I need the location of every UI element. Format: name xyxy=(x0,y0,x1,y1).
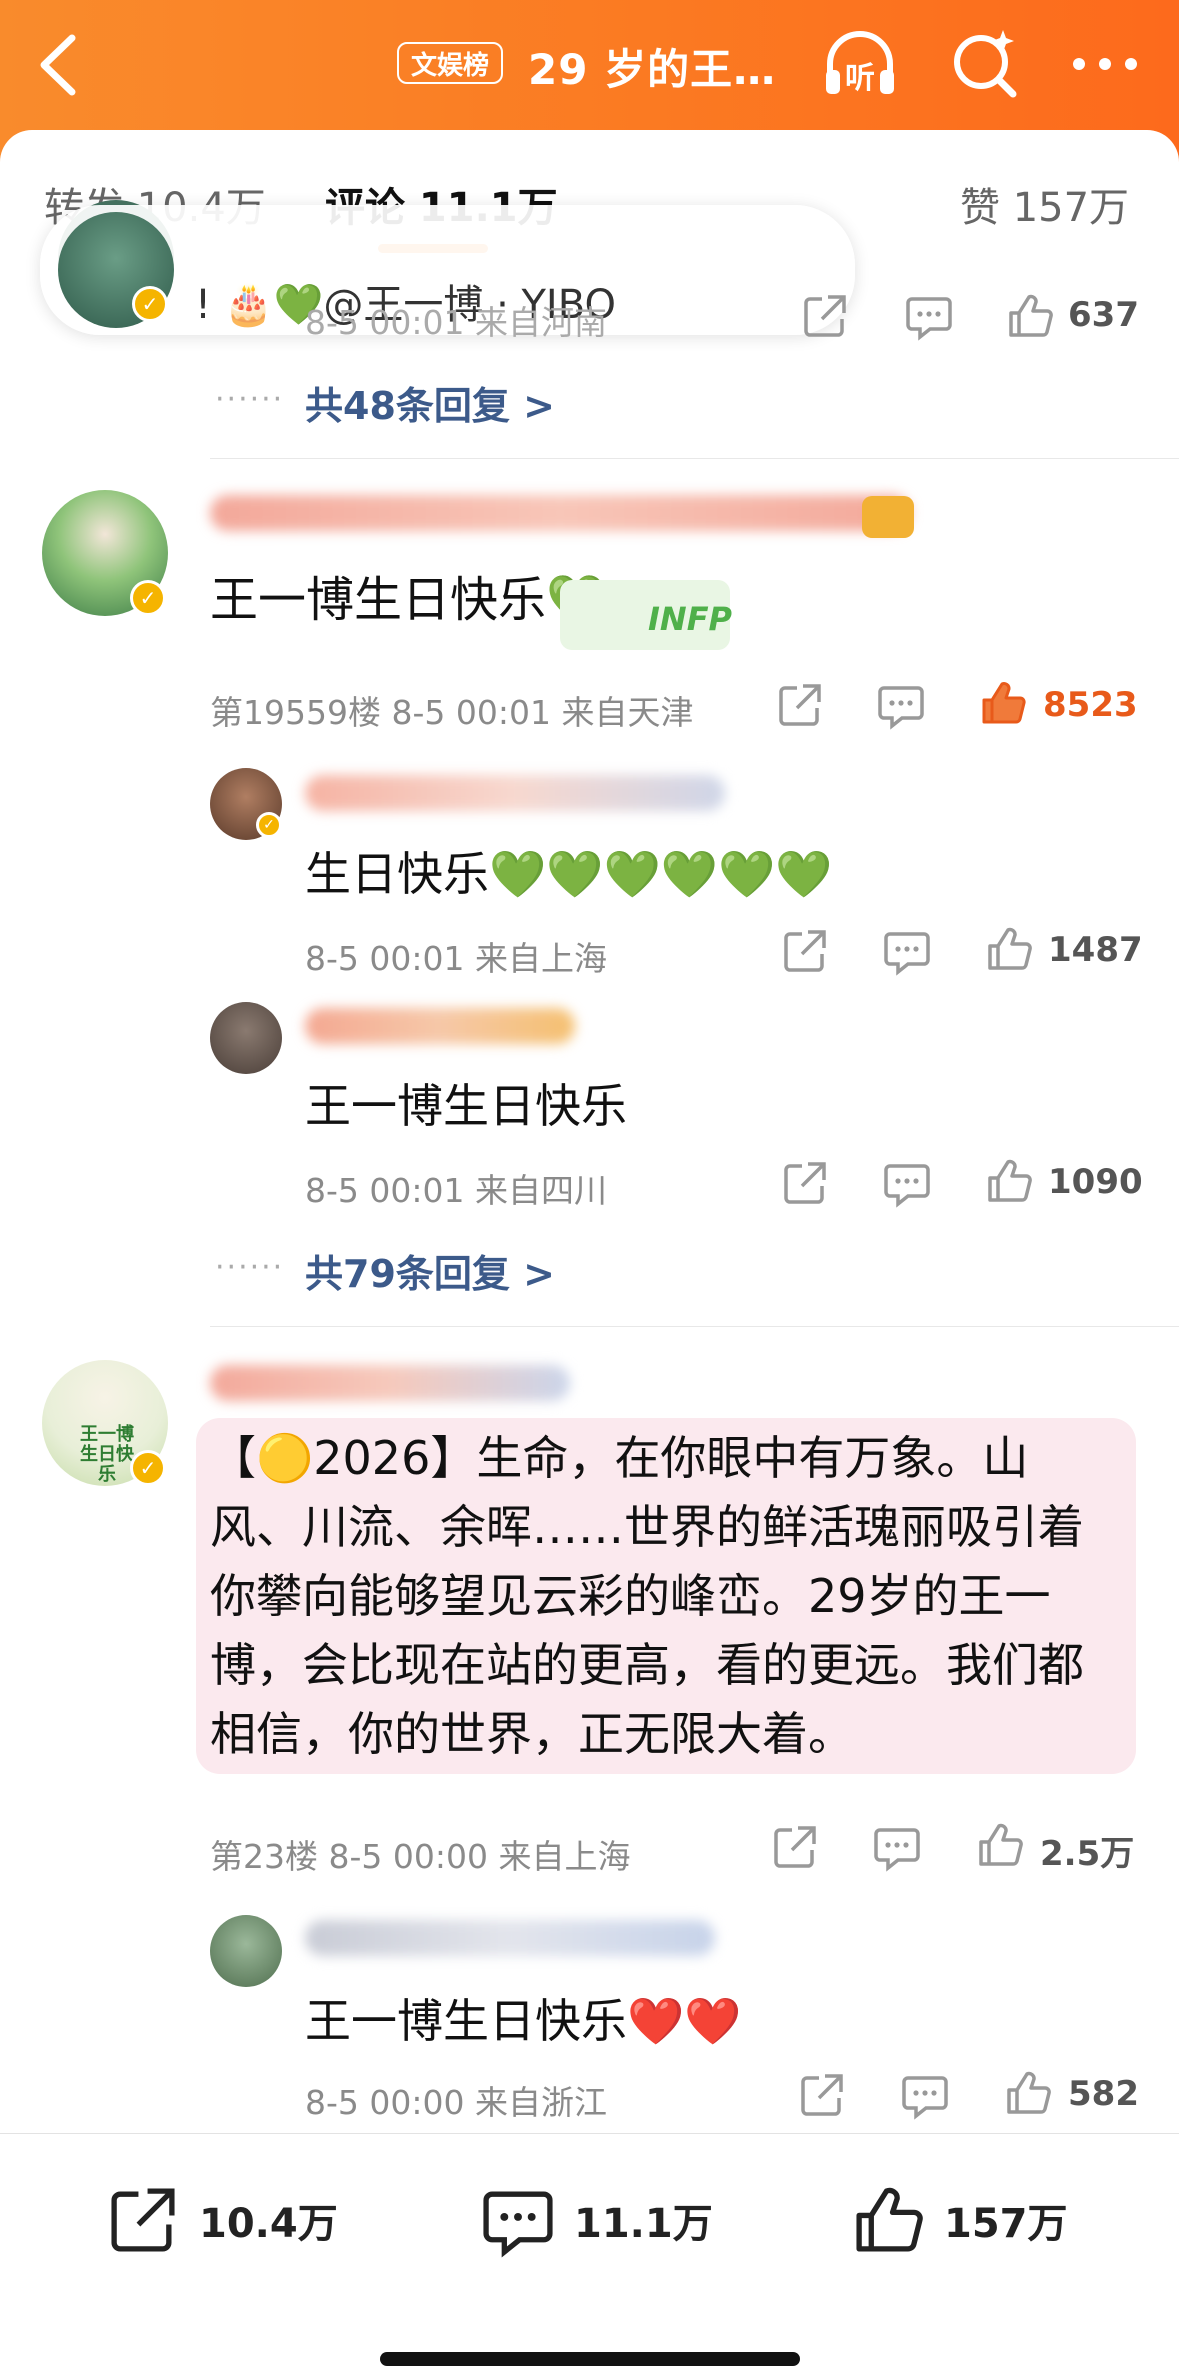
share-icon[interactable] xyxy=(775,680,825,730)
like-count: 582 xyxy=(1068,2074,1139,2114)
svg-text:听: 听 xyxy=(845,61,875,96)
like-icon[interactable] xyxy=(1003,2068,1053,2118)
reply-meta: 8-5 00:00 来自浙江 xyxy=(305,2083,607,2122)
comment-count: 11.1万 xyxy=(574,2201,713,2247)
like-count: 637 xyxy=(1068,295,1139,335)
bottom-repost-button[interactable]: 10.4万 xyxy=(105,2182,338,2258)
reply-icon[interactable] xyxy=(882,926,932,976)
share-icon[interactable] xyxy=(800,291,850,341)
divider xyxy=(210,1326,1179,1327)
sticker-label: INFP xyxy=(648,600,732,638)
like-icon xyxy=(856,2187,923,2252)
like-count: 1487 xyxy=(1048,930,1143,970)
like-count: 1090 xyxy=(1048,1162,1143,1202)
page-title: 29 岁的王… xyxy=(528,45,777,94)
username-blurred[interactable] xyxy=(210,495,910,531)
liked-icon[interactable] xyxy=(978,678,1028,728)
tab-likes[interactable]: 赞 157万 xyxy=(960,175,1129,233)
like-icon[interactable] xyxy=(975,1820,1025,1870)
like-count: 2.5万 xyxy=(1040,1834,1135,1874)
username-blurred[interactable] xyxy=(305,775,725,811)
comment-icon xyxy=(483,2191,553,2258)
divider xyxy=(210,458,1179,459)
reply-dots: ······ xyxy=(215,1250,285,1285)
like-count: 8523 xyxy=(1043,685,1138,725)
share-icon xyxy=(111,2188,175,2252)
bottom-action-bar: 10.4万 11.1万 157万 xyxy=(0,2133,1179,2375)
bottom-like-button[interactable]: 157万 xyxy=(850,2182,1068,2258)
reply-text: 王一博生日快乐 xyxy=(305,1079,627,1133)
reply-icon[interactable] xyxy=(900,2070,950,2120)
avatar[interactable] xyxy=(210,1002,282,1074)
reply-icon[interactable] xyxy=(904,291,954,341)
crown-badge-icon xyxy=(862,496,914,538)
like-icon[interactable] xyxy=(1005,291,1055,341)
reply-meta: 8-5 00:01 来自四川 xyxy=(305,1171,607,1210)
verified-badge-icon: ✓ xyxy=(132,286,168,322)
reply-text: 生日快乐💚💚💚💚💚💚 xyxy=(305,847,833,901)
comment-text: 王一博生日快乐💚 xyxy=(210,572,606,628)
reply-dots: ······ xyxy=(215,382,285,417)
like-icon[interactable] xyxy=(984,1156,1034,1206)
like-total: 157万 xyxy=(944,2201,1068,2247)
more-options-icon[interactable] xyxy=(1065,24,1145,104)
reply-icon[interactable] xyxy=(872,1822,922,1872)
more-replies-link[interactable]: 共48条回复 > xyxy=(305,375,555,430)
comment-text: 【🟡2026】生命，在你眼中有万象。山风、川流、余晖……世界的鲜活瑰丽吸引着你攀… xyxy=(210,1431,1084,1761)
verified-badge-icon: ✓ xyxy=(130,1450,166,1486)
verified-badge-icon: ✓ xyxy=(130,580,166,616)
share-icon[interactable] xyxy=(780,926,830,976)
comment-meta: 第23楼 8-5 00:00 来自上海 xyxy=(210,1837,631,1876)
share-icon[interactable] xyxy=(780,1158,830,1208)
more-replies-link[interactable]: 共79条回复 > xyxy=(305,1243,555,1298)
listen-headphones-icon[interactable]: 听 xyxy=(820,24,900,104)
comment-meta: 8-5 00:01 来自河南 xyxy=(305,303,607,342)
back-arrow-icon[interactable] xyxy=(30,30,90,100)
username-blurred[interactable] xyxy=(305,1008,575,1044)
share-icon[interactable] xyxy=(797,2070,847,2120)
reply-text: 王一博生日快乐❤️❤️ xyxy=(305,1994,742,2048)
reply-icon[interactable] xyxy=(876,680,926,730)
avatar[interactable] xyxy=(210,1915,282,1987)
username-blurred[interactable] xyxy=(210,1365,570,1401)
username-blurred[interactable] xyxy=(305,1920,715,1956)
like-icon[interactable] xyxy=(984,924,1034,974)
reply-meta: 8-5 00:01 来自上海 xyxy=(305,939,607,978)
search-sparkle-icon[interactable] xyxy=(945,24,1025,104)
repost-count: 10.4万 xyxy=(199,2201,338,2247)
home-indicator[interactable] xyxy=(380,2352,800,2366)
reply-icon[interactable] xyxy=(882,1158,932,1208)
bottom-comment-button[interactable]: 11.1万 xyxy=(480,2182,713,2258)
comment-meta: 第19559楼 8-5 00:01 来自天津 xyxy=(210,693,694,732)
share-icon[interactable] xyxy=(770,1822,820,1872)
verified-badge-icon: ✓ xyxy=(256,812,282,838)
ranking-badge: 文娱榜 xyxy=(397,42,504,84)
